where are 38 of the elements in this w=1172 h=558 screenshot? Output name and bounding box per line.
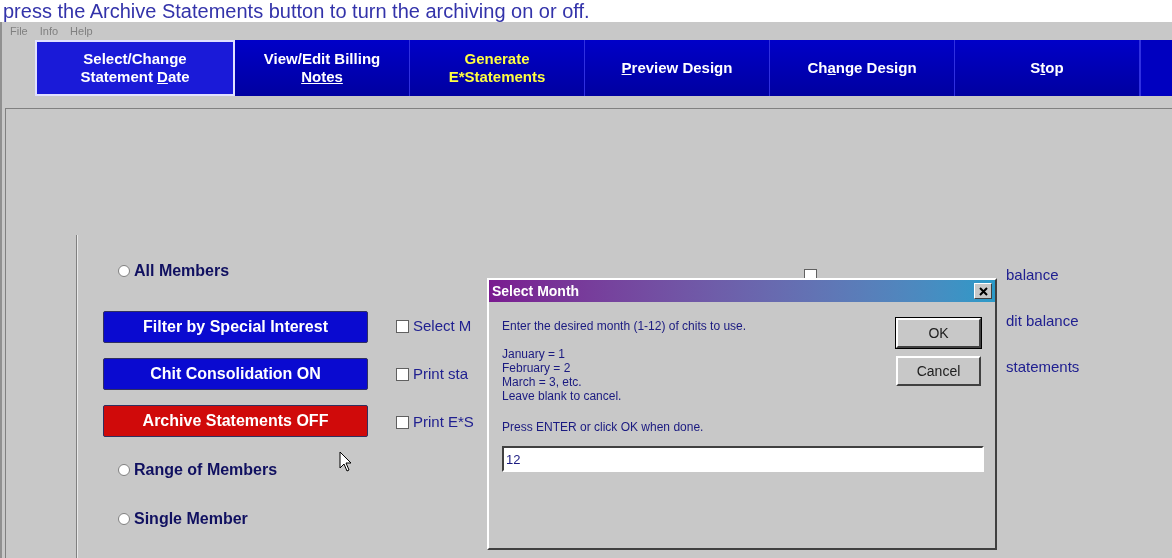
checkbox-label: Print E*S [413, 411, 474, 432]
radio-button[interactable] [118, 464, 130, 476]
info-text: Leave blank to cancel. [502, 389, 622, 403]
toolbar-button[interactable]: View/Edit Billing Notes [235, 40, 410, 96]
action-button[interactable]: Chit Consolidation ON [103, 358, 368, 390]
info-text: March = 3, etc. [502, 375, 582, 389]
toolbar-button[interactable]: Stop [955, 40, 1140, 96]
checkbox[interactable] [396, 415, 409, 429]
toolbar-button[interactable]: Preview Design [585, 40, 770, 96]
input-field[interactable]: 12 [502, 446, 984, 472]
radio-button[interactable] [118, 265, 130, 277]
close-button[interactable] [974, 283, 992, 299]
checkbox-label: dit balance [1006, 310, 1079, 331]
prompt-text: Enter the desired month (1-12) of chits to use. [502, 318, 747, 335]
dialog-button[interactable]: Cancel [896, 356, 981, 386]
pointer-icon [339, 451, 353, 473]
caption-text: press the Archive Statements button to turn the archiving on or off. [3, 0, 590, 22]
checkbox[interactable] [396, 319, 409, 333]
action-button[interactable]: Archive Statements OFF [103, 405, 368, 437]
close-icon [978, 286, 988, 296]
toolbar-button[interactable]: Generate E*Statements [410, 40, 585, 96]
radio-button[interactable] [118, 513, 130, 525]
toolbar-button[interactable]: Select/Change Statement Date [35, 40, 235, 96]
checkbox-label: Print sta [413, 363, 469, 384]
action-button[interactable]: Filter by Special Interest [103, 311, 368, 343]
dialog-button[interactable]: OK [896, 318, 981, 348]
dialog-title: Select Month [492, 281, 580, 301]
checkbox-label: balance [1006, 264, 1059, 285]
hint-text: Press ENTER or click OK when done. [502, 419, 704, 436]
checkbox[interactable] [396, 367, 409, 381]
checkbox-label: Select M [413, 315, 472, 336]
radio-label: All Members [134, 261, 230, 281]
info-text: February = 2 [502, 361, 571, 375]
toolbar-button[interactable]: Change Design [770, 40, 955, 96]
info-text: January = 1 [502, 347, 566, 361]
checkbox-label: statements [1006, 356, 1080, 377]
radio-label: Range of Members [134, 460, 278, 480]
radio-label: Single Member [134, 509, 248, 529]
